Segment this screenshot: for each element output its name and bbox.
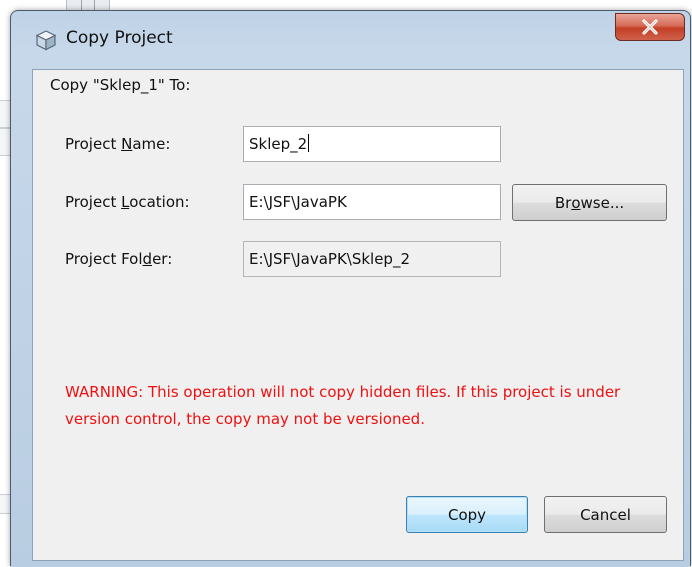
- dialog-content: Copy "Sklep_1" To: Project Name: Sklep_2…: [32, 69, 684, 561]
- project-name-label: Project Name:: [65, 135, 171, 153]
- browse-button[interactable]: Br o wse...: [512, 184, 667, 221]
- cancel-button[interactable]: Cancel: [544, 496, 667, 533]
- project-location-label: Project Location:: [65, 193, 190, 211]
- project-location-field[interactable]: E:\JSF\JavaPK: [243, 184, 501, 220]
- copy-project-dialog: Copy Project Copy "Sklep_1" To: Project …: [10, 10, 691, 567]
- window-bottom-border: [11, 563, 690, 567]
- copy-target-heading: Copy "Sklep_1" To:: [50, 76, 191, 94]
- window-title: Copy Project: [66, 28, 173, 48]
- project-cube-icon: [35, 29, 57, 51]
- project-name-field[interactable]: Sklep_2: [243, 126, 501, 162]
- text-caret: [308, 134, 310, 152]
- close-icon: [642, 19, 658, 35]
- title-bar[interactable]: Copy Project: [11, 11, 690, 61]
- hidden-files-warning: WARNING: This operation will not copy hi…: [65, 383, 621, 428]
- project-folder-field: E:\JSF\JavaPK\Sklep_2: [243, 241, 501, 277]
- copy-button[interactable]: Copy: [406, 496, 528, 533]
- close-button[interactable]: [615, 13, 685, 41]
- project-folder-label: Project Folder:: [65, 250, 173, 268]
